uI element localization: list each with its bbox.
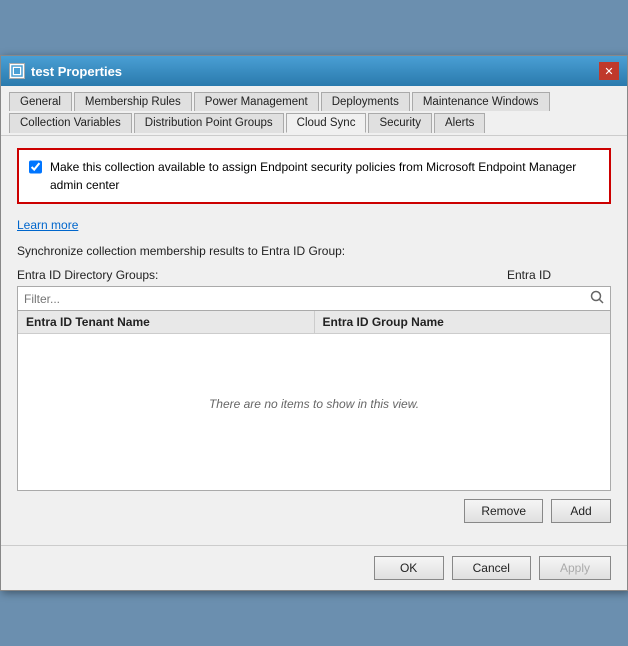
window-icon (9, 63, 25, 79)
remove-button[interactable]: Remove (464, 499, 543, 523)
tab-cloud-sync[interactable]: Cloud Sync (286, 113, 367, 133)
window-title: test Properties (31, 64, 122, 79)
endpoint-policy-checkbox[interactable] (29, 160, 42, 174)
tab-distribution-point-groups[interactable]: Distribution Point Groups (134, 113, 284, 133)
tab-row-1: General Membership Rules Power Managemen… (9, 92, 619, 111)
filter-row (17, 286, 611, 311)
directory-groups-label: Entra ID Directory Groups: (17, 268, 158, 282)
endpoint-policy-label: Make this collection available to assign… (50, 158, 599, 194)
tab-maintenance-windows[interactable]: Maintenance Windows (412, 92, 550, 111)
footer: OK Cancel Apply (1, 545, 627, 590)
tab-membership-rules[interactable]: Membership Rules (74, 92, 192, 111)
table-header: Entra ID Tenant Name Entra ID Group Name (18, 311, 610, 334)
apply-button[interactable]: Apply (539, 556, 611, 580)
search-icon (584, 287, 610, 310)
close-button[interactable]: ✕ (599, 62, 619, 80)
tab-power-management[interactable]: Power Management (194, 92, 319, 111)
endpoint-policy-section: Make this collection available to assign… (17, 148, 611, 204)
main-content: Make this collection available to assign… (1, 136, 627, 545)
directory-groups-table: Entra ID Tenant Name Entra ID Group Name… (17, 311, 611, 491)
cancel-button[interactable]: Cancel (452, 556, 531, 580)
sync-label: Synchronize collection membership result… (17, 244, 611, 258)
no-items-message: There are no items to show in this view. (209, 397, 419, 411)
filter-input[interactable] (18, 289, 584, 309)
tab-row-2: Collection Variables Distribution Point … (9, 113, 619, 133)
column-group-name: Entra ID Group Name (315, 311, 611, 333)
title-bar-left: test Properties (9, 63, 122, 79)
table-body: There are no items to show in this view. (18, 334, 610, 474)
tab-security[interactable]: Security (368, 113, 432, 133)
tab-collection-variables[interactable]: Collection Variables (9, 113, 132, 133)
title-bar: test Properties ✕ (1, 56, 627, 86)
directory-header: Entra ID Directory Groups: Entra ID (17, 268, 611, 282)
tab-alerts[interactable]: Alerts (434, 113, 485, 133)
learn-more-link[interactable]: Learn more (17, 218, 78, 232)
tabs-container: General Membership Rules Power Managemen… (1, 86, 627, 136)
table-action-buttons: Remove Add (17, 499, 611, 533)
checkbox-wrap: Make this collection available to assign… (29, 158, 599, 194)
properties-window: test Properties ✕ General Membership Rul… (0, 55, 628, 591)
entra-id-column-label: Entra ID (507, 268, 551, 282)
tab-general[interactable]: General (9, 92, 72, 111)
add-button[interactable]: Add (551, 499, 611, 523)
ok-button[interactable]: OK (374, 556, 444, 580)
column-tenant-name: Entra ID Tenant Name (18, 311, 315, 333)
tab-deployments[interactable]: Deployments (321, 92, 410, 111)
